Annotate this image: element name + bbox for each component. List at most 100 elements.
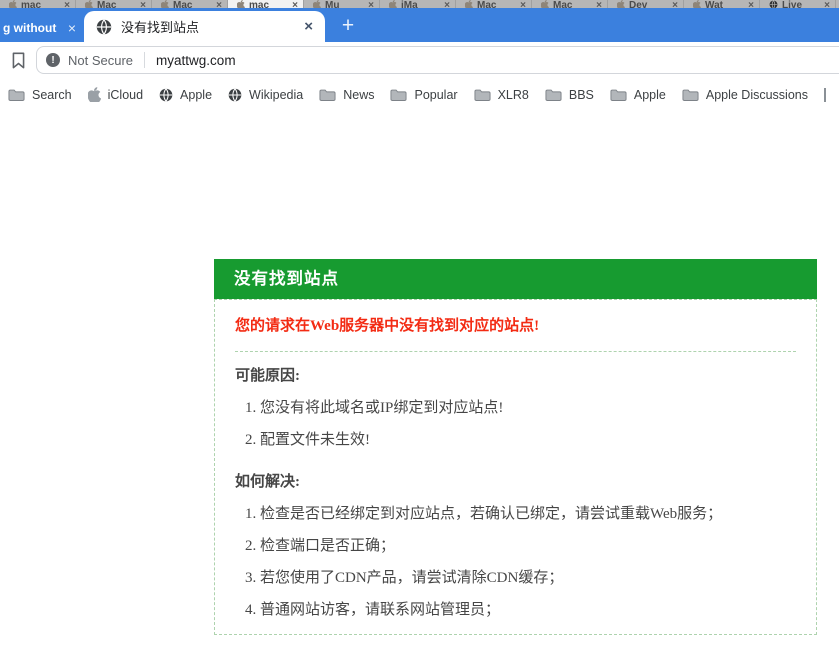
not-secure-icon[interactable]: ! (46, 53, 60, 67)
bookmark-label: Apple Discussions (705, 87, 808, 102)
bookmark-item[interactable]: BBS (545, 88, 594, 102)
bookmark-icon[interactable] (10, 51, 27, 70)
url-text[interactable]: myattwg.com (156, 53, 236, 68)
list-item: 普通网站访客，请联系网站管理员； (260, 600, 796, 620)
page-viewport: 没有找到站点 您的请求在Web服务器中没有找到对应的站点! 可能原因: 您没有将… (0, 111, 839, 661)
background-tab[interactable]: Mac × (76, 0, 152, 8)
background-tab[interactable]: Wat × (684, 0, 760, 8)
apple-icon (161, 0, 169, 8)
globe-icon (769, 0, 778, 8)
bookmarks-overflow-divider (824, 87, 826, 102)
close-icon[interactable]: × (824, 0, 830, 8)
background-tab[interactable]: Mac × (456, 0, 532, 8)
background-tab-active[interactable]: mac × (228, 0, 304, 8)
close-icon[interactable]: × (596, 0, 602, 8)
background-tab-label: Wat (705, 0, 723, 8)
bookmark-label: Search (32, 87, 72, 102)
background-tab[interactable]: Mac × (532, 0, 608, 8)
background-tab[interactable]: mac × (0, 0, 76, 8)
close-icon[interactable]: × (64, 0, 70, 8)
apple-icon (693, 0, 701, 8)
apple-icon (85, 0, 93, 8)
background-tab-label: mac (249, 0, 270, 8)
close-icon[interactable]: × (748, 0, 754, 8)
background-tab-label: Mac (173, 0, 193, 8)
address-bar[interactable]: ! Not Secure myattwg.com (36, 46, 839, 74)
bookmark-item[interactable]: Search (8, 88, 72, 102)
globe-icon (159, 87, 173, 102)
globe-favicon-icon (96, 18, 112, 35)
background-tab-label: Mu (325, 0, 340, 8)
apple-icon (87, 87, 101, 102)
close-icon[interactable]: × (140, 0, 146, 8)
list-item: 若您使用了CDN产品，请尝试清除CDN缓存； (260, 568, 796, 588)
plus-icon: + (341, 14, 355, 37)
bookmark-item[interactable]: Apple (159, 88, 212, 102)
tab-bar: g without × 没有找到站点 × + (0, 8, 839, 42)
bookmark-item[interactable]: Apple (610, 88, 666, 102)
apple-icon (617, 0, 625, 8)
exclamation-glyph: ! (51, 54, 55, 66)
background-tab[interactable]: iMa × (380, 0, 456, 8)
folder-icon (682, 89, 699, 101)
error-title: 没有找到站点 (214, 259, 817, 299)
apple-icon (9, 0, 17, 8)
apple-icon (237, 0, 245, 8)
list-item: 配置文件未生效! (260, 430, 796, 450)
bookmark-item[interactable]: Popular (390, 88, 458, 102)
error-message: 您的请求在Web服务器中没有找到对应的站点! (235, 318, 540, 334)
close-icon[interactable]: × (304, 19, 313, 34)
background-tab-label: Mac (553, 0, 573, 8)
bookmark-item[interactable]: Wikipedia (228, 88, 303, 102)
close-icon[interactable]: × (292, 0, 298, 8)
close-icon[interactable]: × (444, 0, 450, 8)
bookmark-label: Apple (180, 87, 213, 102)
close-icon[interactable]: × (672, 0, 678, 8)
folder-icon (545, 89, 562, 101)
globe-icon (228, 87, 242, 102)
bookmark-label: BBS (568, 87, 594, 102)
background-tab-label: Mac (477, 0, 497, 8)
close-icon[interactable]: × (216, 0, 222, 8)
bookmark-item[interactable]: iCloud (87, 87, 144, 102)
background-tab-label: Mac (97, 0, 117, 8)
close-icon[interactable]: × (520, 0, 526, 8)
bookmark-label: Wikipedia (249, 87, 304, 102)
bookmark-label: Apple (633, 87, 666, 102)
tab-label: g without (3, 21, 57, 35)
causes-heading: 可能原因: (235, 368, 300, 384)
bookmarks-bar: Search iCloud Apple Wikipedia News Popul… (0, 78, 839, 111)
close-icon[interactable]: × (368, 0, 374, 8)
address-separator (144, 52, 146, 68)
folder-icon (8, 89, 25, 101)
folder-icon (474, 89, 491, 101)
tab-inactive-partial[interactable]: g without × (0, 8, 84, 42)
bookmark-label: iCloud (107, 87, 144, 102)
browser-window: mac × Mac × Mac × mac × Mu × iMa × Mac ×… (0, 0, 839, 661)
bookmark-item[interactable]: XLR8 (474, 88, 529, 102)
bookmark-item[interactable]: News (319, 88, 374, 102)
solutions-list: 检查是否已经绑定到对应站点，若确认已绑定，请尝试重载Web服务； 检查端口是否正… (235, 504, 796, 620)
list-item: 您没有将此域名或IP绑定到对应站点! (260, 398, 796, 418)
tab-active[interactable]: 没有找到站点 × (84, 11, 325, 42)
new-tab-button[interactable]: + (334, 12, 362, 40)
dashed-divider (235, 351, 796, 352)
toolbar: ! Not Secure myattwg.com (0, 42, 839, 78)
causes-list: 您没有将此域名或IP绑定到对应站点! 配置文件未生效! (235, 398, 796, 450)
background-tab[interactable]: Dev × (608, 0, 684, 8)
apple-icon (465, 0, 473, 8)
background-tab-label: Live (782, 0, 803, 8)
security-label[interactable]: Not Secure (68, 53, 133, 68)
close-icon[interactable]: × (68, 20, 76, 36)
list-item: 检查端口是否正确； (260, 536, 796, 556)
bookmark-label: XLR8 (497, 87, 529, 102)
bookmark-item[interactable]: Apple Discussions (682, 88, 808, 102)
folder-icon (319, 89, 336, 101)
tab-title: 没有找到站点 (121, 20, 200, 35)
background-tab-label: iMa (401, 0, 418, 8)
apple-icon (541, 0, 549, 8)
background-tab[interactable]: Live × (760, 0, 836, 8)
apple-icon (389, 0, 397, 8)
background-tab[interactable]: Mac × (152, 0, 228, 8)
background-tab[interactable]: Mu × (304, 0, 380, 8)
